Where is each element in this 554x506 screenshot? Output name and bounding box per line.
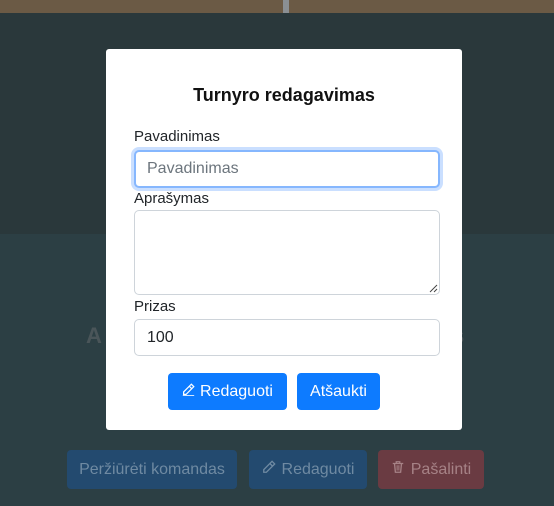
background-edit-button: Redaguoti [249, 450, 367, 489]
save-button-label: Redaguoti [200, 382, 273, 400]
cancel-button-label: Atšaukti [310, 382, 367, 400]
description-textarea[interactable] [134, 210, 440, 295]
background-header-strip [0, 0, 554, 13]
trash-icon [391, 460, 405, 479]
cancel-button[interactable]: Atšaukti [297, 373, 380, 410]
name-label: Pavadinimas [134, 128, 220, 145]
delete-button: Pašalinti [378, 450, 484, 489]
background-heading-left: A [86, 323, 102, 348]
pencil-icon [262, 460, 276, 479]
view-teams-label: Peržiūrėti komandas [79, 460, 225, 478]
background-edit-label: Redaguoti [281, 460, 355, 478]
name-input[interactable] [134, 150, 440, 188]
prize-input[interactable] [134, 319, 440, 356]
modal-title: Turnyro redagavimas [193, 85, 375, 105]
description-label: Aprašymas [134, 190, 210, 207]
prize-label: Prizas [134, 298, 176, 315]
pencil-icon [182, 382, 195, 401]
delete-label: Pašalinti [410, 460, 472, 478]
edit-tournament-modal: Turnyro redagavimas Pavadinimas Aprašyma… [106, 49, 462, 430]
background-header-divider [283, 0, 289, 13]
view-teams-button: Peržiūrėti komandas [67, 450, 237, 489]
resize-handle-icon[interactable] [428, 283, 438, 293]
save-button[interactable]: Redaguoti [168, 373, 287, 410]
